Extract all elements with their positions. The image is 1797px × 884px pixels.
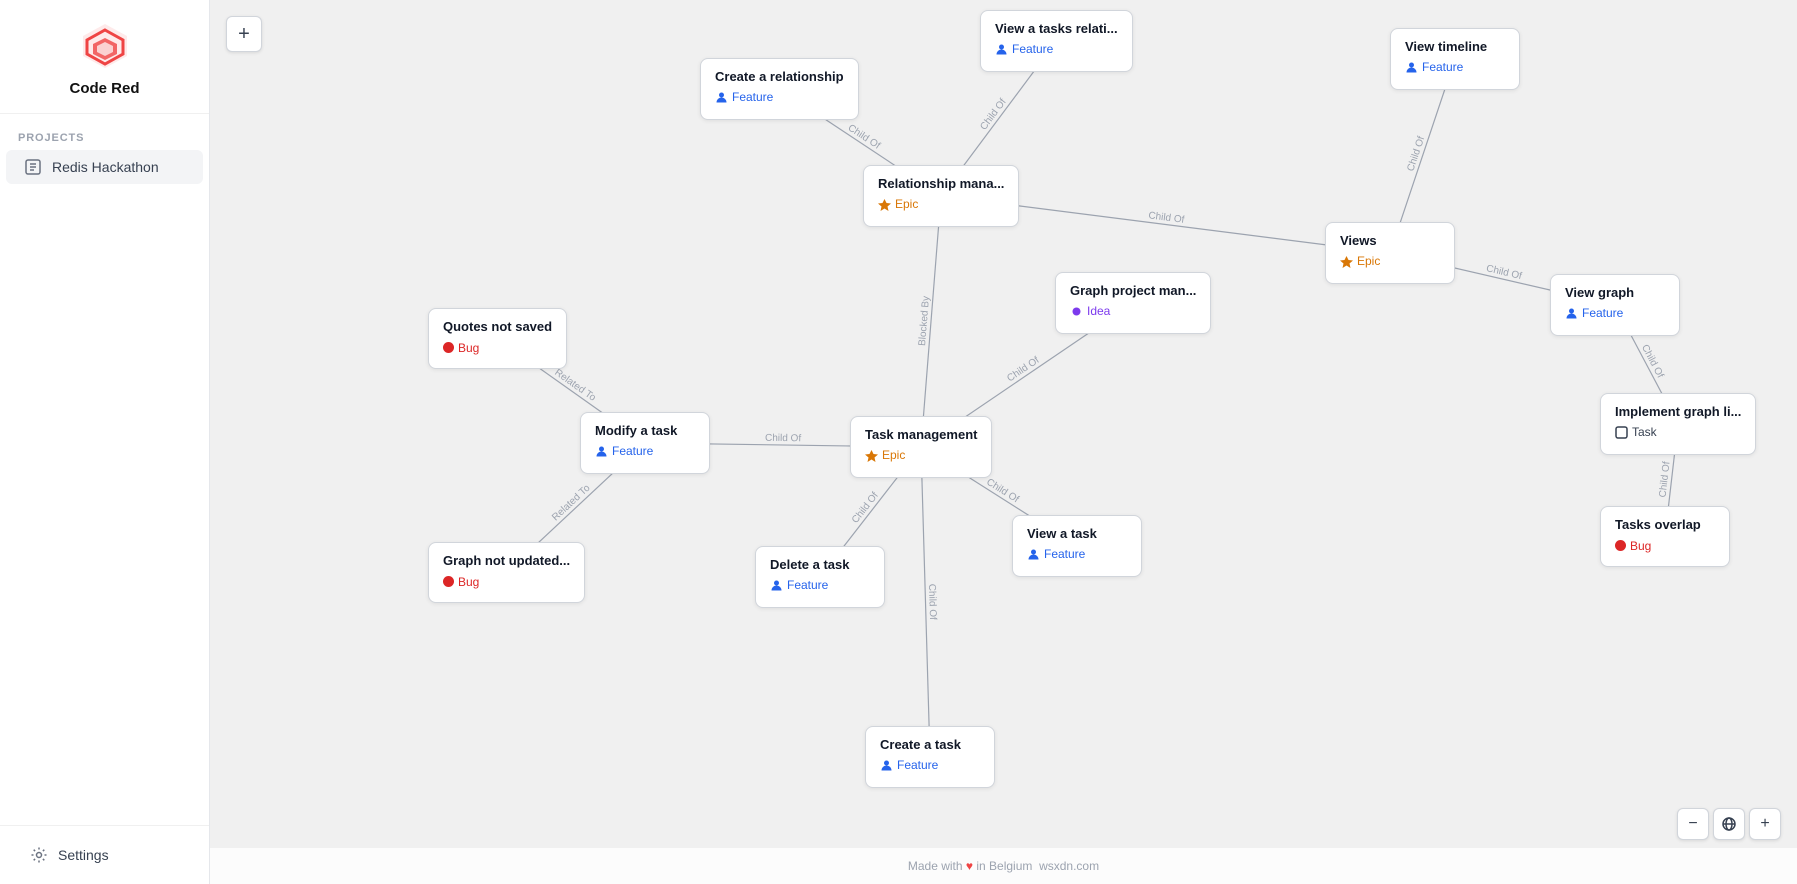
- node-views[interactable]: Views Epic: [1325, 222, 1455, 284]
- sidebar-item-settings[interactable]: Settings: [12, 838, 197, 872]
- project-icon: [24, 158, 42, 176]
- node-title: Create a relationship: [715, 69, 844, 84]
- node-title: Create a task: [880, 737, 980, 752]
- sidebar-item-project[interactable]: Redis Hackathon: [6, 150, 203, 184]
- edge-label-12: Child Of: [850, 490, 881, 525]
- node-title: View graph: [1565, 285, 1665, 300]
- edge-label-5: Child Of: [1485, 263, 1523, 282]
- node-task-management[interactable]: Task management Epic: [850, 416, 992, 478]
- node-badge: Bug: [443, 341, 479, 355]
- footer-bar: Made with ♥ in Belgium wsxdn.com: [210, 848, 1797, 884]
- node-title: Relationship mana...: [878, 176, 1004, 191]
- edge-label-0: Child Of: [846, 123, 882, 152]
- node-relationship-mana[interactable]: Relationship mana... Epic: [863, 165, 1019, 227]
- zoom-in-button[interactable]: +: [1749, 808, 1781, 840]
- edge-label-10: Related To: [550, 482, 593, 523]
- node-view-timeline[interactable]: View timeline Feature: [1390, 28, 1520, 90]
- sidebar: Code Red PROJECTS Redis Hackathon Settin…: [0, 0, 210, 884]
- app-title: Code Red: [69, 80, 139, 97]
- edges-svg: Child Of Child Of Child Of Blocked By Child …: [210, 0, 1797, 884]
- node-title: View timeline: [1405, 39, 1505, 54]
- edge-label-13: Child Of: [926, 584, 938, 621]
- node-create-relationship[interactable]: Create a relationship Feature: [700, 58, 859, 120]
- node-graph-project-man[interactable]: Graph project man... Idea: [1055, 272, 1211, 334]
- main-canvas: + Child OfChild OfChild OfBlocked ByChil…: [210, 0, 1797, 884]
- node-badge: Feature: [715, 90, 773, 104]
- zoom-out-button[interactable]: −: [1677, 808, 1709, 840]
- edge-label-11: Child Of: [984, 477, 1021, 506]
- settings-icon: [30, 846, 48, 864]
- node-graph-not-updated[interactable]: Graph not updated... Bug: [428, 542, 585, 603]
- node-view-task[interactable]: View a task Feature: [1012, 515, 1142, 577]
- app-logo-icon: [79, 20, 131, 72]
- node-badge: Feature: [995, 42, 1053, 56]
- edge-label-7: Child Of: [1639, 343, 1666, 380]
- node-modify-task[interactable]: Modify a task Feature: [580, 412, 710, 474]
- project-name: Redis Hackathon: [52, 159, 159, 175]
- node-badge: Bug: [1615, 539, 1651, 553]
- node-badge: Feature: [880, 758, 938, 772]
- node-badge: Feature: [1405, 60, 1463, 74]
- node-title: Graph project man...: [1070, 283, 1196, 298]
- sidebar-bottom: Settings: [0, 825, 209, 884]
- edge-3: [921, 196, 941, 447]
- node-title: Quotes not saved: [443, 319, 552, 334]
- node-title: Tasks overlap: [1615, 517, 1715, 532]
- node-title: Implement graph li...: [1615, 404, 1741, 419]
- node-quotes-not-saved[interactable]: Quotes not saved Bug: [428, 308, 567, 369]
- node-badge: Epic: [1340, 254, 1380, 268]
- edge-label-2: Child Of: [1405, 135, 1427, 173]
- projects-section-label: PROJECTS: [0, 114, 209, 150]
- edge-label-4: Child Of: [1148, 210, 1185, 225]
- globe-icon: [1721, 816, 1737, 832]
- node-title: Modify a task: [595, 423, 695, 438]
- node-view-graph[interactable]: View graph Feature: [1550, 274, 1680, 336]
- node-badge: Epic: [878, 197, 918, 211]
- edge-label-6: Child Of: [1005, 355, 1041, 385]
- footer-brand: wsxdn.com: [1039, 859, 1099, 873]
- node-title: Delete a task: [770, 557, 870, 572]
- edge-label-3: Blocked By: [917, 296, 932, 347]
- node-view-tasks-rel[interactable]: View a tasks relati... Feature: [980, 10, 1133, 72]
- node-create-task[interactable]: Create a task Feature: [865, 726, 995, 788]
- settings-label: Settings: [58, 847, 109, 863]
- node-delete-task[interactable]: Delete a task Feature: [755, 546, 885, 608]
- edge-13: [921, 447, 930, 757]
- edge-label-9: Child Of: [765, 433, 802, 445]
- node-title: View a tasks relati...: [995, 21, 1118, 36]
- node-tasks-overlap[interactable]: Tasks overlap Bug: [1600, 506, 1730, 567]
- node-badge: Epic: [865, 448, 905, 462]
- node-badge: Feature: [595, 444, 653, 458]
- node-badge: Bug: [443, 575, 479, 589]
- node-badge: Feature: [1027, 547, 1085, 561]
- node-title: Task management: [865, 427, 977, 442]
- node-badge: Idea: [1070, 304, 1110, 318]
- zoom-reset-button[interactable]: [1713, 808, 1745, 840]
- edge-label-1: Child Of: [978, 97, 1009, 133]
- edge-label-8: Related To: [552, 367, 598, 404]
- node-implement-graph[interactable]: Implement graph li... Task: [1600, 393, 1756, 455]
- footer-heart: ♥: [966, 859, 973, 873]
- node-badge: Feature: [1565, 306, 1623, 320]
- node-title: Graph not updated...: [443, 553, 570, 568]
- edge-label-14: Child Of: [1658, 461, 1673, 498]
- add-button[interactable]: +: [226, 16, 262, 52]
- footer-text: Made with ♥ in Belgium: [908, 859, 1033, 873]
- node-badge: Feature: [770, 578, 828, 592]
- zoom-controls: − +: [1677, 808, 1781, 840]
- logo-area: Code Red: [0, 0, 209, 114]
- node-badge: Task: [1615, 425, 1657, 439]
- node-title: Views: [1340, 233, 1440, 248]
- node-title: View a task: [1027, 526, 1127, 541]
